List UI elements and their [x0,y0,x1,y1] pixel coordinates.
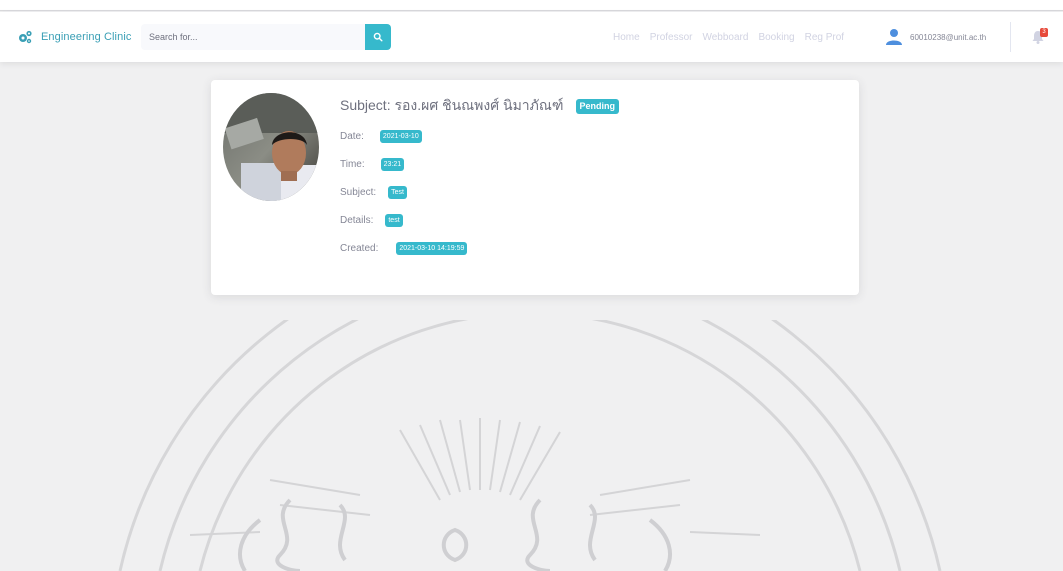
topbar-divider [1010,22,1011,52]
booking-card: Subject: รอง.ผศ ชินณพงศ์ นิมาภัณฑ์ Pendi… [211,80,859,295]
detail-row-date: Date: 2021-03-10 [340,129,619,144]
detail-row-created: Created: 2021-03-10 14:19:59 [340,241,619,256]
nav-link-reg-prof[interactable]: Reg Prof [805,32,844,43]
date-value-badge: 2021-03-10 [379,130,422,143]
user-menu[interactable]: 60010238@unit.ac.th [885,12,986,62]
nav-link-webboard[interactable]: Webboard [702,32,748,43]
top-navbar: Engineering Clinic Home Professor Webboa… [0,12,1063,62]
detail-row-subject: Subject: Test [340,185,619,200]
nav-links: Home Professor Webboard Booking Reg Prof [613,12,854,62]
status-badge: Pending [575,98,620,114]
details-label: Details: [340,215,374,226]
professor-avatar [223,93,319,201]
booking-subject-header: Subject: รอง.ผศ ชินณพงศ์ นิมาภัณฑ์ Pendi… [340,96,620,116]
nav-link-home[interactable]: Home [613,32,640,43]
brand-name: Engineering Clinic [41,31,132,43]
date-label: Date: [340,131,364,142]
search-button[interactable] [365,24,391,50]
time-label: Time: [340,159,365,170]
details-value-badge: test [385,214,403,227]
nav-link-professor[interactable]: Professor [650,32,693,43]
subject-title: Subject: รอง.ผศ ชินณพงศ์ นิมาภัณฑ์ [340,97,564,113]
cogs-icon [19,30,32,44]
window-top-strip [0,0,1063,11]
user-email: 60010238@unit.ac.th [910,32,987,42]
subject-label: Subject: [340,187,377,198]
created-label: Created: [340,243,379,254]
detail-row-details: Details: test [340,213,619,228]
alert-count-badge: 3 [1040,28,1048,37]
detail-row-time: Time: 23:21 [340,157,619,172]
created-value-badge: 2021-03-10 14:19:59 [396,242,468,255]
subject-value-badge: Test [388,186,407,199]
user-icon [886,29,902,45]
time-value-badge: 23:21 [380,158,405,171]
search-icon [373,32,383,42]
search-input[interactable] [141,24,365,50]
nav-link-booking[interactable]: Booking [758,32,794,43]
brand-link[interactable]: Engineering Clinic [17,12,131,62]
university-seal-watermark [118,320,942,571]
search-form [141,24,391,50]
booking-details: Subject: รอง.ผศ ชินณพงศ์ นิมาภัณฑ์ Pendi… [340,96,620,256]
